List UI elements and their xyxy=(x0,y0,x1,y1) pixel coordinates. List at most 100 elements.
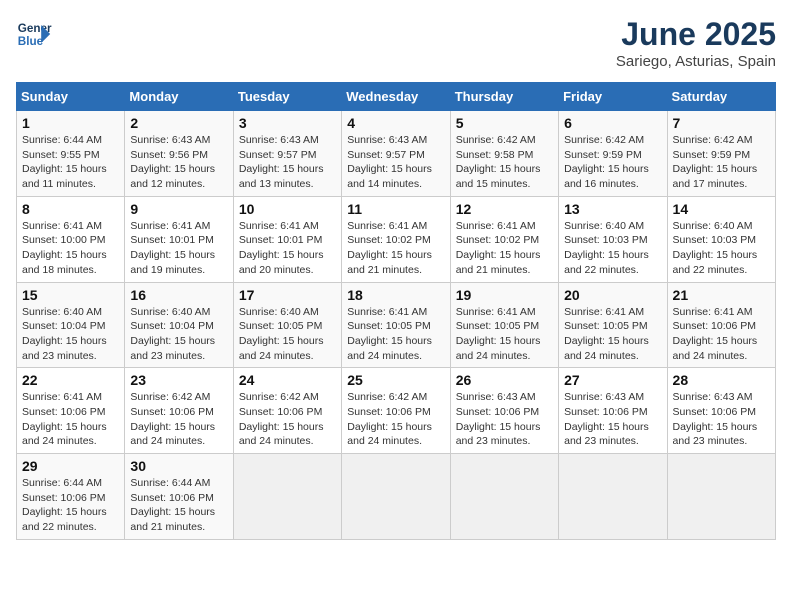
day-number: 2 xyxy=(130,115,227,131)
calendar-cell: 2 Sunrise: 6:43 AMSunset: 9:56 PMDaylight… xyxy=(125,111,233,197)
calendar-cell: 11 Sunrise: 6:41 AMSunset: 10:02 PMDaylig… xyxy=(342,196,450,282)
day-info: Sunrise: 6:42 AMSunset: 9:59 PMDaylight:… xyxy=(673,133,770,192)
day-info: Sunrise: 6:42 AMSunset: 9:59 PMDaylight:… xyxy=(564,133,661,192)
calendar-cell: 7 Sunrise: 6:42 AMSunset: 9:59 PMDaylight… xyxy=(667,111,775,197)
header-day-monday: Monday xyxy=(125,83,233,111)
header-day-sunday: Sunday xyxy=(17,83,125,111)
day-number: 9 xyxy=(130,201,227,217)
calendar-cell: 28 Sunrise: 6:43 AMSunset: 10:06 PMDaylig… xyxy=(667,368,775,454)
day-info: Sunrise: 6:40 AMSunset: 10:05 PMDaylight… xyxy=(239,305,336,364)
calendar-body: 1 Sunrise: 6:44 AMSunset: 9:55 PMDaylight… xyxy=(17,111,776,540)
logo: General Blue xyxy=(16,16,52,52)
day-number: 16 xyxy=(130,287,227,303)
day-number: 22 xyxy=(22,372,119,388)
day-info: Sunrise: 6:41 AMSunset: 10:05 PMDaylight… xyxy=(347,305,444,364)
calendar-cell: 19Sunrise: 6:41 AMSunset: 10:05 PMDaylig… xyxy=(450,282,558,368)
calendar-week-3: 15 Sunrise: 6:40 AMSunset: 10:04 PMDaylig… xyxy=(17,282,776,368)
calendar-cell: 23 Sunrise: 6:42 AMSunset: 10:06 PMDaylig… xyxy=(125,368,233,454)
day-number: 4 xyxy=(347,115,444,131)
day-number: 17 xyxy=(239,287,336,303)
calendar-cell xyxy=(342,454,450,540)
calendar-week-1: 1 Sunrise: 6:44 AMSunset: 9:55 PMDaylight… xyxy=(17,111,776,197)
calendar-cell: 6 Sunrise: 6:42 AMSunset: 9:59 PMDaylight… xyxy=(559,111,667,197)
day-info: Sunrise: 6:42 AMSunset: 10:06 PMDaylight… xyxy=(239,390,336,449)
header-day-thursday: Thursday xyxy=(450,83,558,111)
day-number: 5 xyxy=(456,115,553,131)
day-info: Sunrise: 6:40 AMSunset: 10:04 PMDaylight… xyxy=(130,305,227,364)
calendar-cell: 15 Sunrise: 6:40 AMSunset: 10:04 PMDaylig… xyxy=(17,282,125,368)
day-info: Sunrise: 6:44 AMSunset: 10:06 PMDaylight… xyxy=(130,476,227,535)
calendar-cell: 22Sunrise: 6:41 AMSunset: 10:06 PMDaylig… xyxy=(17,368,125,454)
header: General Blue June 2025 Sariego, Asturias… xyxy=(16,16,776,70)
day-info: Sunrise: 6:40 AMSunset: 10:03 PMDaylight… xyxy=(564,219,661,278)
day-number: 30 xyxy=(130,458,227,474)
day-number: 19 xyxy=(456,287,553,303)
calendar-header: SundayMondayTuesdayWednesdayThursdayFrid… xyxy=(17,83,776,111)
day-info: Sunrise: 6:41 AMSunset: 10:06 PMDaylight… xyxy=(673,305,770,364)
day-number: 24 xyxy=(239,372,336,388)
day-number: 7 xyxy=(673,115,770,131)
day-number: 25 xyxy=(347,372,444,388)
day-info: Sunrise: 6:43 AMSunset: 9:56 PMDaylight:… xyxy=(130,133,227,192)
calendar-cell: 25 Sunrise: 6:42 AMSunset: 10:06 PMDaylig… xyxy=(342,368,450,454)
title-section: June 2025 Sariego, Asturias, Spain xyxy=(616,16,776,70)
calendar-week-4: 22Sunrise: 6:41 AMSunset: 10:06 PMDaylig… xyxy=(17,368,776,454)
calendar-table: SundayMondayTuesdayWednesdayThursdayFrid… xyxy=(16,82,776,540)
header-day-saturday: Saturday xyxy=(667,83,775,111)
day-info: Sunrise: 6:40 AMSunset: 10:04 PMDaylight… xyxy=(22,305,119,364)
calendar-cell xyxy=(450,454,558,540)
day-info: Sunrise: 6:40 AMSunset: 10:03 PMDaylight… xyxy=(673,219,770,278)
header-day-friday: Friday xyxy=(559,83,667,111)
day-info: Sunrise: 6:43 AMSunset: 10:06 PMDaylight… xyxy=(456,390,553,449)
calendar-cell: 29 Sunrise: 6:44 AMSunset: 10:06 PMDaylig… xyxy=(17,454,125,540)
day-info: Sunrise: 6:42 AMSunset: 10:06 PMDaylight… xyxy=(130,390,227,449)
general-blue-icon: General Blue xyxy=(16,16,52,52)
day-number: 12 xyxy=(456,201,553,217)
day-number: 18 xyxy=(347,287,444,303)
day-number: 8 xyxy=(22,201,119,217)
day-info: Sunrise: 6:43 AMSunset: 9:57 PMDaylight:… xyxy=(347,133,444,192)
calendar-cell: 24 Sunrise: 6:42 AMSunset: 10:06 PMDaylig… xyxy=(233,368,341,454)
calendar-cell: 14Sunrise: 6:40 AMSunset: 10:03 PMDaylig… xyxy=(667,196,775,282)
day-number: 23 xyxy=(130,372,227,388)
calendar-cell: 20 Sunrise: 6:41 AMSunset: 10:05 PMDaylig… xyxy=(559,282,667,368)
calendar-cell: 27Sunrise: 6:43 AMSunset: 10:06 PMDaylig… xyxy=(559,368,667,454)
day-number: 27 xyxy=(564,372,661,388)
day-number: 1 xyxy=(22,115,119,131)
header-day-tuesday: Tuesday xyxy=(233,83,341,111)
calendar-cell: 21Sunrise: 6:41 AMSunset: 10:06 PMDaylig… xyxy=(667,282,775,368)
calendar-cell: 17 Sunrise: 6:40 AMSunset: 10:05 PMDaylig… xyxy=(233,282,341,368)
day-info: Sunrise: 6:43 AMSunset: 10:06 PMDaylight… xyxy=(673,390,770,449)
day-info: Sunrise: 6:41 AMSunset: 10:02 PMDaylight… xyxy=(347,219,444,278)
calendar-cell: 26 Sunrise: 6:43 AMSunset: 10:06 PMDaylig… xyxy=(450,368,558,454)
day-info: Sunrise: 6:44 AMSunset: 9:55 PMDaylight:… xyxy=(22,133,119,192)
day-number: 10 xyxy=(239,201,336,217)
header-day-wednesday: Wednesday xyxy=(342,83,450,111)
calendar-week-5: 29 Sunrise: 6:44 AMSunset: 10:06 PMDaylig… xyxy=(17,454,776,540)
day-number: 28 xyxy=(673,372,770,388)
day-info: Sunrise: 6:41 AMSunset: 10:01 PMDaylight… xyxy=(130,219,227,278)
calendar-cell: 4 Sunrise: 6:43 AMSunset: 9:57 PMDaylight… xyxy=(342,111,450,197)
day-number: 6 xyxy=(564,115,661,131)
calendar-week-2: 8 Sunrise: 6:41 AMSunset: 10:00 PMDayligh… xyxy=(17,196,776,282)
day-info: Sunrise: 6:42 AMSunset: 10:06 PMDaylight… xyxy=(347,390,444,449)
day-info: Sunrise: 6:42 AMSunset: 9:58 PMDaylight:… xyxy=(456,133,553,192)
calendar-cell: 13Sunrise: 6:40 AMSunset: 10:03 PMDaylig… xyxy=(559,196,667,282)
calendar-cell: 12Sunrise: 6:41 AMSunset: 10:02 PMDaylig… xyxy=(450,196,558,282)
calendar-cell xyxy=(667,454,775,540)
day-number: 26 xyxy=(456,372,553,388)
svg-text:Blue: Blue xyxy=(18,35,44,48)
day-number: 29 xyxy=(22,458,119,474)
day-info: Sunrise: 6:41 AMSunset: 10:01 PMDaylight… xyxy=(239,219,336,278)
day-info: Sunrise: 6:44 AMSunset: 10:06 PMDaylight… xyxy=(22,476,119,535)
calendar-cell xyxy=(559,454,667,540)
day-number: 20 xyxy=(564,287,661,303)
day-number: 3 xyxy=(239,115,336,131)
day-number: 15 xyxy=(22,287,119,303)
calendar-cell: 30 Sunrise: 6:44 AMSunset: 10:06 PMDaylig… xyxy=(125,454,233,540)
calendar-cell: 1 Sunrise: 6:44 AMSunset: 9:55 PMDaylight… xyxy=(17,111,125,197)
day-info: Sunrise: 6:41 AMSunset: 10:05 PMDaylight… xyxy=(564,305,661,364)
day-number: 11 xyxy=(347,201,444,217)
day-info: Sunrise: 6:41 AMSunset: 10:00 PMDaylight… xyxy=(22,219,119,278)
header-row: SundayMondayTuesdayWednesdayThursdayFrid… xyxy=(17,83,776,111)
